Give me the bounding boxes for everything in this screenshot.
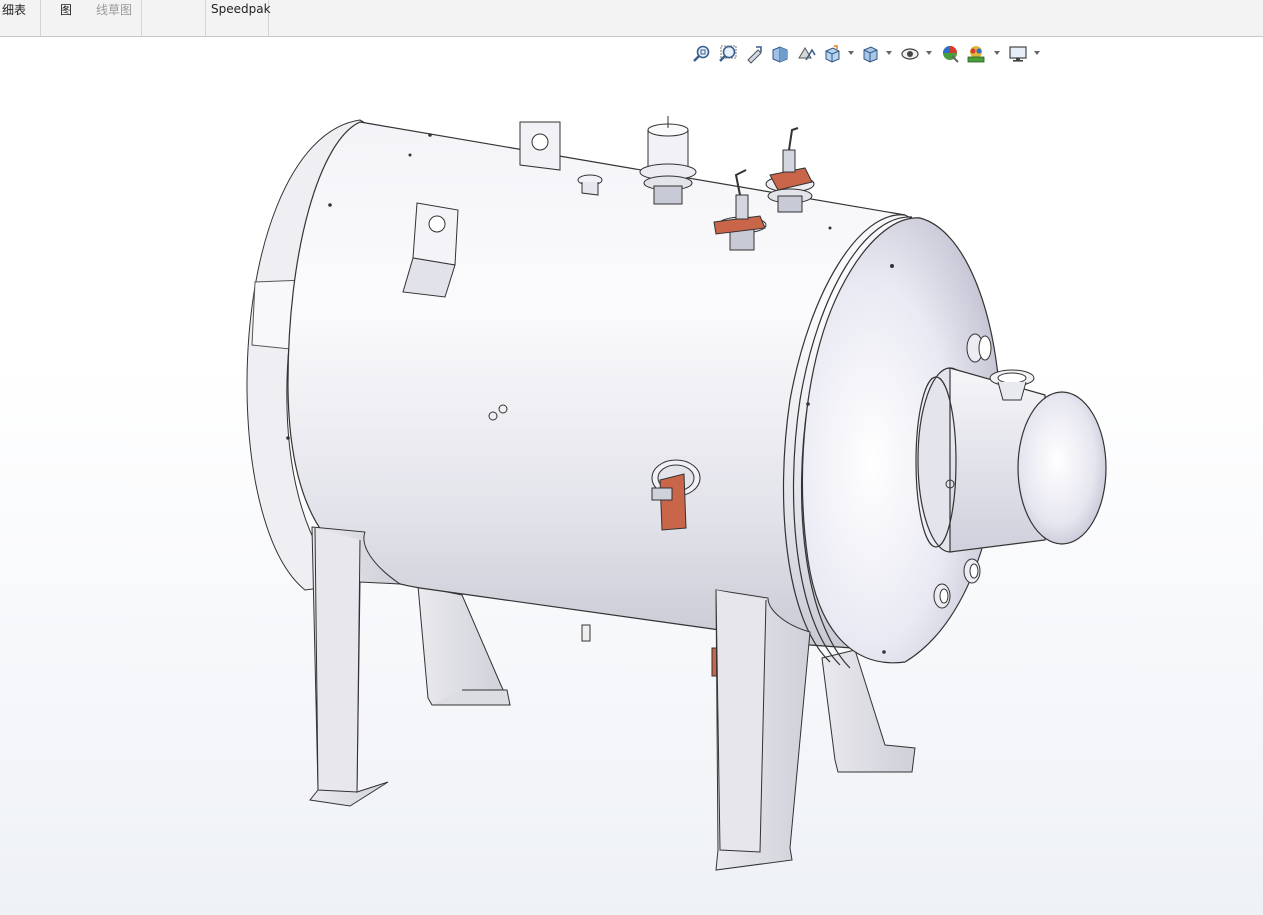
ribbon-label-view: 图 — [60, 3, 73, 17]
ribbon-label-sketch: 线草图 — [96, 3, 133, 17]
bottom-drain — [581, 624, 725, 677]
ribbon-group-bom[interactable]: 细表 — [0, 0, 41, 36]
ribbon-label-speedpak: Speedpak — [211, 2, 271, 16]
command-manager-ribbon: 细表 图 线草图 Speedpak — [0, 0, 1263, 37]
ribbon-label-bom: 细表 — [2, 3, 27, 17]
back-right-leg — [821, 649, 916, 773]
lifting-lug-rear — [519, 121, 561, 171]
ribbon-group-empty — [142, 0, 206, 36]
top-small-nozzle — [577, 174, 603, 196]
front-right-leg — [715, 589, 811, 871]
ribbon-group-speedpak[interactable]: Speedpak — [206, 0, 271, 36]
graphics-area[interactable] — [0, 38, 1263, 915]
ribbon-group-views[interactable]: 图 线草图 — [41, 0, 142, 36]
top-feedthrough-2 — [765, 127, 815, 213]
back-left-leg — [417, 585, 511, 706]
